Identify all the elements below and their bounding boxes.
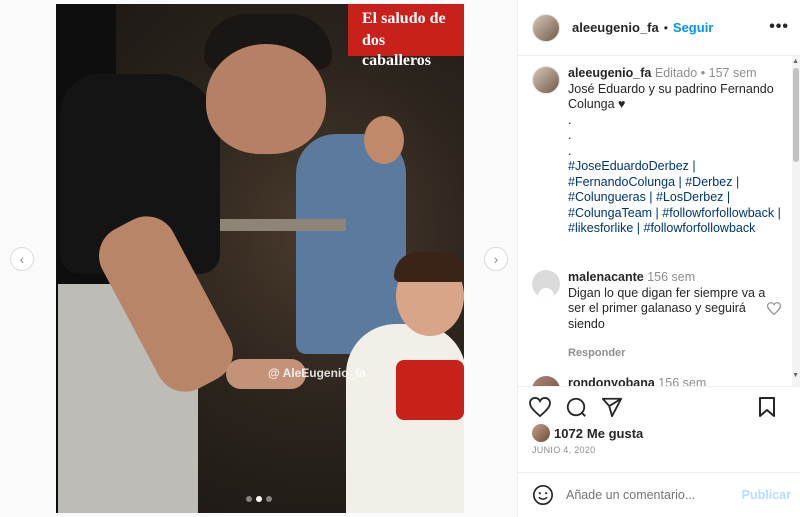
- likes-summary[interactable]: 1072 Me gusta: [532, 424, 643, 442]
- liker-avatar[interactable]: [532, 424, 550, 442]
- photo-headline-line-2: dos caballeros: [362, 32, 432, 69]
- caption-edited-label: Editado: [654, 66, 698, 80]
- post-date[interactable]: JUNIO 4, 2020: [532, 445, 595, 455]
- post-media-pane: @ AleEugenio_fa El saludo de dos caballe…: [0, 0, 517, 517]
- paper-plane-icon[interactable]: [600, 395, 624, 419]
- comment-time: 156 sem: [647, 270, 696, 284]
- post-header: aleeugenio_fa • Seguir •••: [518, 0, 800, 56]
- photo-child-hair: [394, 252, 464, 282]
- photo-headline-banner: El saludo de dos caballeros: [348, 4, 464, 69]
- caption-time[interactable]: 157 sem: [709, 66, 757, 80]
- photo-headline-line-1: El saludo de: [362, 10, 446, 27]
- post-photo[interactable]: @ AleEugenio_fa El saludo de dos caballe…: [56, 4, 464, 513]
- reply-button[interactable]: Responder: [568, 346, 768, 362]
- carousel-dot: [246, 496, 252, 502]
- photo-table: [216, 219, 346, 231]
- comment-body: malenacante 156 sem Digan lo que digan f…: [568, 270, 768, 362]
- post-caption: aleeugenio_fa Editado • 157 sem José Edu…: [532, 66, 787, 237]
- comment-like-heart-icon[interactable]: [766, 302, 782, 318]
- follow-button[interactable]: Seguir: [673, 20, 713, 35]
- more-options-icon[interactable]: •••: [769, 18, 789, 36]
- heart-icon[interactable]: [528, 395, 552, 419]
- header-separator: •: [663, 20, 668, 35]
- caption-hashtags[interactable]: #JoseEduardoDerbez | #FernandoColunga | …: [568, 159, 787, 237]
- comment-avatar[interactable]: [532, 270, 560, 298]
- comments-section[interactable]: aleeugenio_fa Editado • 157 sem José Edu…: [518, 56, 800, 386]
- photo-watermark: @ AleEugenio_fa: [268, 366, 366, 380]
- carousel-next-button[interactable]: ›: [484, 247, 508, 271]
- comment-item: malenacante 156 sem Digan lo que digan f…: [532, 270, 787, 362]
- comment-text: Digan lo que digan fer siempre va a ser …: [568, 285, 766, 331]
- emoji-icon[interactable]: [532, 484, 554, 506]
- caption-username[interactable]: aleeugenio_fa: [568, 66, 651, 80]
- photo-man-face: [206, 44, 326, 154]
- carousel-prev-button[interactable]: ‹: [10, 247, 34, 271]
- comments-scrollbar-thumb[interactable]: [793, 68, 799, 162]
- comment-item: rondonyobana 156 sem: [532, 376, 768, 386]
- caption-dot-line: .: [568, 143, 572, 158]
- caption-dot-line: .: [568, 112, 572, 127]
- carousel-dots: [246, 496, 272, 502]
- caption-separator: •: [700, 66, 706, 80]
- author-avatar[interactable]: [532, 13, 560, 42]
- caption-author-avatar[interactable]: [532, 66, 560, 94]
- comment-username[interactable]: rondonyobana: [568, 376, 655, 386]
- caption-text: José Eduardo y su padrino Fernando Colun…: [568, 81, 774, 112]
- comment-avatar[interactable]: [532, 376, 560, 386]
- post-side-panel: aleeugenio_fa • Seguir ••• aleeugenio_fa…: [517, 0, 800, 517]
- bookmark-icon[interactable]: [755, 395, 779, 419]
- likes-count[interactable]: 1072: [554, 426, 583, 441]
- likes-label[interactable]: Me gusta: [587, 426, 643, 441]
- comment-input[interactable]: [566, 488, 736, 502]
- comment-time: 156 sem: [658, 376, 707, 386]
- author-username[interactable]: aleeugenio_fa: [572, 20, 659, 35]
- comment-icon[interactable]: [564, 395, 588, 419]
- chevron-left-icon: ‹: [19, 251, 25, 267]
- chevron-right-icon: ›: [493, 251, 499, 267]
- publish-button[interactable]: Publicar: [742, 488, 791, 502]
- caption-body: aleeugenio_fa Editado • 157 sem José Edu…: [568, 66, 787, 237]
- scroll-up-arrow-icon[interactable]: ▲: [792, 58, 799, 65]
- comment-body: rondonyobana 156 sem: [568, 376, 768, 386]
- photo-child-scarf: [396, 360, 464, 420]
- post-actions-bar: [518, 386, 800, 426]
- add-comment-bar: Publicar: [518, 472, 800, 517]
- photo-seated-man-head: [364, 116, 404, 164]
- comment-username[interactable]: malenacante: [568, 270, 644, 284]
- carousel-dot: [256, 496, 262, 502]
- photo-seated-man: [296, 134, 406, 354]
- carousel-dot: [266, 496, 272, 502]
- caption-dot-line: .: [568, 128, 572, 142]
- scroll-down-arrow-icon[interactable]: ▼: [792, 372, 799, 379]
